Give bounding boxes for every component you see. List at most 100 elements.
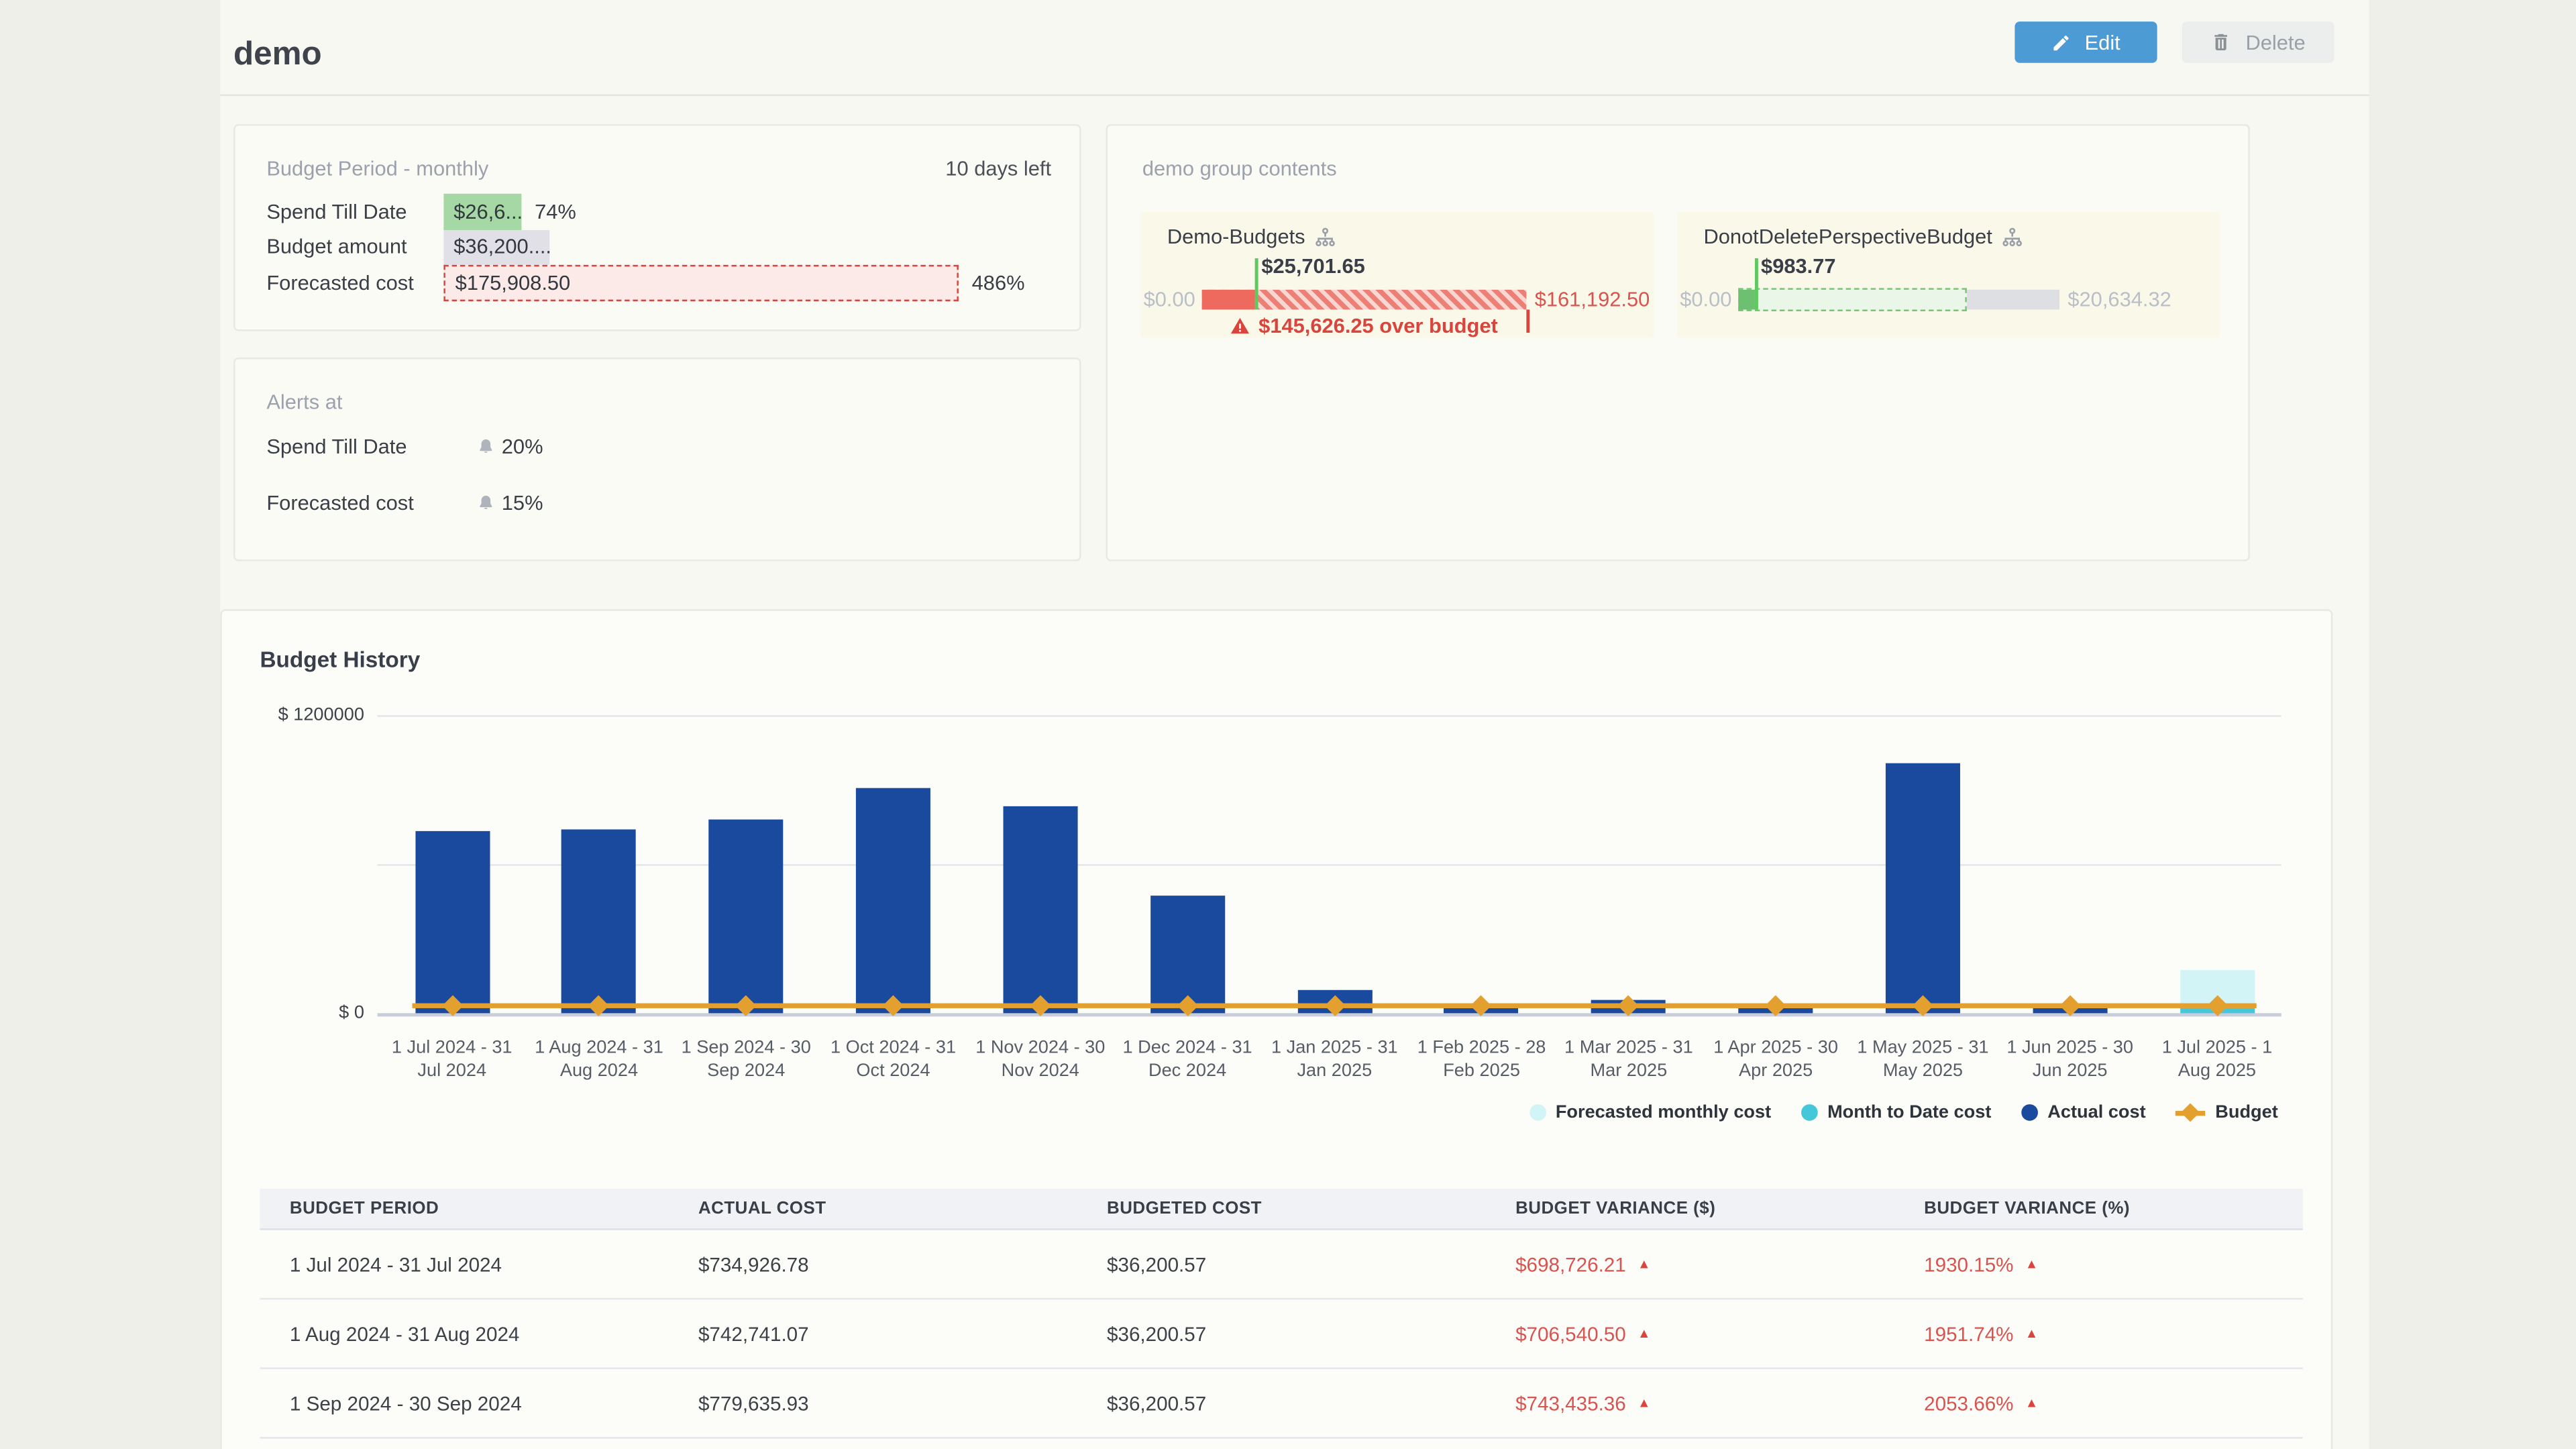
group-budget-name: DonotDeletePerspectiveBudget bbox=[1703, 225, 2023, 249]
legend-item-month-to-date-cost[interactable]: Month to Date cost bbox=[1801, 1103, 1992, 1123]
cell-actual-cost: $779,635.93 bbox=[669, 1369, 1077, 1437]
alerts-card-title: Alerts at bbox=[266, 390, 342, 414]
spend-value: $26,6... bbox=[453, 200, 523, 223]
remaining-budget-segment bbox=[1967, 290, 2059, 310]
cell-budgeted-cost: $36,200.57 bbox=[1077, 1299, 1486, 1367]
legend-label: Actual cost bbox=[2047, 1103, 2145, 1123]
budget-value: $36,200.... bbox=[453, 235, 551, 259]
x-axis-tick-label: 1 Apr 2025 - 30Apr 2025 bbox=[1700, 1036, 1852, 1082]
x-axis-tick-label: 1 Nov 2024 - 30Nov 2024 bbox=[964, 1036, 1116, 1082]
cell-budget-variance-pct: 2053.66%▲ bbox=[1894, 1369, 2303, 1437]
variance-up-icon: ▲ bbox=[1638, 1326, 1651, 1341]
spend-value-chip: $26,6... bbox=[443, 194, 521, 229]
variance-up-icon: ▲ bbox=[2025, 1326, 2039, 1341]
header-divider bbox=[220, 95, 2369, 96]
cell-budgeted-cost: $36,200.57 bbox=[1077, 1230, 1486, 1298]
x-axis-tick-label: 1 Jun 2025 - 30Jun 2025 bbox=[1994, 1036, 2146, 1082]
legend-item-forecasted-monthly-cost[interactable]: Forecasted monthly cost bbox=[1529, 1103, 1771, 1123]
budget-period-card-title: Budget Period - monthly bbox=[266, 157, 488, 180]
x-axis-tick-label: 1 Dec 2024 - 31Dec 2024 bbox=[1112, 1036, 1264, 1082]
warning-icon bbox=[1230, 316, 1250, 336]
y-axis-zero-label: $ 0 bbox=[232, 1003, 364, 1023]
cell-actual-cost: $734,926.78 bbox=[669, 1230, 1077, 1298]
actual-cost-bar[interactable] bbox=[415, 831, 489, 1014]
alert-threshold-value: 20% bbox=[502, 435, 543, 459]
group-budget-card[interactable]: DonotDeletePerspectiveBudget$983.77$0.00… bbox=[1677, 212, 2220, 338]
forecast-segment bbox=[1738, 288, 1967, 311]
table-row: 1 Jul 2024 - 31 Jul 2024$734,926.78$36,2… bbox=[260, 1230, 2302, 1300]
variance-up-icon: ▲ bbox=[2025, 1395, 2039, 1410]
days-left-label: 10 days left bbox=[945, 157, 1051, 180]
group-budget-card[interactable]: Demo-Budgets$25,701.65$145,626.25 over b… bbox=[1140, 212, 1654, 338]
current-spend-marker bbox=[1254, 258, 1258, 310]
bell-icon bbox=[477, 437, 495, 458]
budget-period-row-label: Spend Till Date bbox=[266, 200, 407, 223]
group-contents-title: demo group contents bbox=[1142, 157, 1337, 180]
alert-row: Spend Till Date20% bbox=[235, 435, 1079, 459]
variance-up-icon: ▲ bbox=[2025, 1256, 2039, 1271]
x-axis-tick-label: 1 Oct 2024 - 31Oct 2024 bbox=[817, 1036, 969, 1082]
budget-history-table: BUDGET PERIODACTUAL COSTBUDGETED COSTBUD… bbox=[260, 1189, 2302, 1439]
table-body: 1 Jul 2024 - 31 Jul 2024$734,926.78$36,2… bbox=[260, 1230, 2302, 1439]
table-header-cell: ACTUAL COST bbox=[669, 1189, 1077, 1228]
alert-label: Forecasted cost bbox=[266, 492, 413, 515]
hierarchy-icon bbox=[2002, 226, 2024, 248]
y-axis-max-label: $ 1200000 bbox=[232, 705, 364, 725]
budget-history-panel: Budget History $ 1200000$ 01 Jul 2024 - … bbox=[220, 609, 2332, 1449]
trash-icon bbox=[2211, 32, 2233, 53]
actual-cost-bar[interactable] bbox=[709, 820, 784, 1014]
delete-button[interactable]: Delete bbox=[2182, 21, 2334, 63]
cell-actual-cost: $742,741.07 bbox=[669, 1299, 1077, 1367]
delete-button-label: Delete bbox=[2245, 31, 2305, 54]
table-header-row: BUDGET PERIODACTUAL COSTBUDGETED COSTBUD… bbox=[260, 1189, 2302, 1230]
page-title: demo bbox=[233, 36, 322, 74]
x-axis-tick-label: 1 Sep 2024 - 30Sep 2024 bbox=[670, 1036, 822, 1082]
cell-budget-variance-pct: 1951.74%▲ bbox=[1894, 1299, 2303, 1367]
pencil-icon bbox=[2051, 32, 2072, 52]
gridline-top bbox=[378, 715, 2282, 716]
legend-item-budget[interactable]: Budget bbox=[2176, 1103, 2278, 1123]
bar-min-label: $0.00 bbox=[1140, 290, 1195, 310]
x-axis-tick-label: 1 Aug 2024 - 31Aug 2024 bbox=[523, 1036, 675, 1082]
table-header-cell: BUDGET PERIOD bbox=[260, 1189, 668, 1228]
budget-period-row: Forecasted cost$175,908.50486% bbox=[235, 265, 1079, 301]
legend-label: Forecasted monthly cost bbox=[1556, 1103, 1771, 1123]
bar-max-label: $161,192.50 bbox=[1535, 290, 1650, 310]
x-axis-tick-label: 1 Jul 2024 - 31Jul 2024 bbox=[376, 1036, 528, 1082]
edit-button[interactable]: Edit bbox=[2015, 21, 2157, 63]
actual-cost-bar[interactable] bbox=[561, 829, 636, 1014]
group-budget-name: Demo-Budgets bbox=[1167, 225, 1337, 249]
budget-name-text: Demo-Budgets bbox=[1167, 225, 1305, 249]
actual-cost-bar[interactable] bbox=[1003, 806, 1077, 1014]
gridline-mid bbox=[378, 865, 2282, 866]
actual-cost-bar[interactable] bbox=[1886, 764, 1960, 1014]
alert-threshold-value: 15% bbox=[502, 492, 543, 515]
cell-budget-variance-usd: $706,540.50▲ bbox=[1486, 1299, 1894, 1367]
budget-name-text: DonotDeletePerspectiveBudget bbox=[1703, 225, 1992, 249]
legend-item-actual-cost[interactable]: Actual cost bbox=[2021, 1103, 2146, 1123]
chart-legend: Forecasted monthly cost Month to Date cos… bbox=[1529, 1103, 2277, 1123]
content-container: demo Edit Delete Budget Period - monthly… bbox=[220, 0, 2369, 1449]
forecast-percent-label: 486% bbox=[972, 271, 1025, 294]
cell-budget-period: 1 Sep 2024 - 30 Sep 2024 bbox=[260, 1369, 668, 1437]
actual-cost-bar[interactable] bbox=[856, 789, 930, 1014]
budget-value-chip: $36,200.... bbox=[443, 229, 549, 265]
variance-up-icon: ▲ bbox=[1638, 1256, 1651, 1271]
bar-max-label: $20,634.32 bbox=[2068, 290, 2171, 310]
spend-segment bbox=[1738, 290, 1754, 310]
legend-dot-icon bbox=[1801, 1104, 1818, 1121]
edit-button-label: Edit bbox=[2085, 31, 2121, 54]
alerts-card: Alerts at Spend Till Date20% Forecasted c… bbox=[233, 358, 1081, 561]
budget-period-row-bar: $26,6...74% bbox=[443, 194, 576, 229]
current-spend-label: $25,701.65 bbox=[1261, 255, 1364, 278]
cell-budget-variance-usd: $698,726.21▲ bbox=[1486, 1230, 1894, 1298]
budget-period-row: Spend Till Date $26,6...74% bbox=[235, 194, 1079, 229]
cell-budget-period: 1 Jul 2024 - 31 Jul 2024 bbox=[260, 1230, 668, 1298]
cell-budget-variance-pct: 1930.15%▲ bbox=[1894, 1230, 2303, 1298]
budget-legend-icon bbox=[2176, 1104, 2205, 1121]
x-axis-tick-label: 1 Jul 2025 - 1Aug 2025 bbox=[2141, 1036, 2293, 1082]
x-axis-tick-label: 1 Feb 2025 - 28Feb 2025 bbox=[1405, 1036, 1558, 1082]
variance-up-icon: ▲ bbox=[1638, 1395, 1651, 1410]
budget-period-row-bar: $175,908.50 486% bbox=[443, 265, 1024, 301]
forecast-value-chip: $175,908.50 bbox=[443, 265, 959, 301]
